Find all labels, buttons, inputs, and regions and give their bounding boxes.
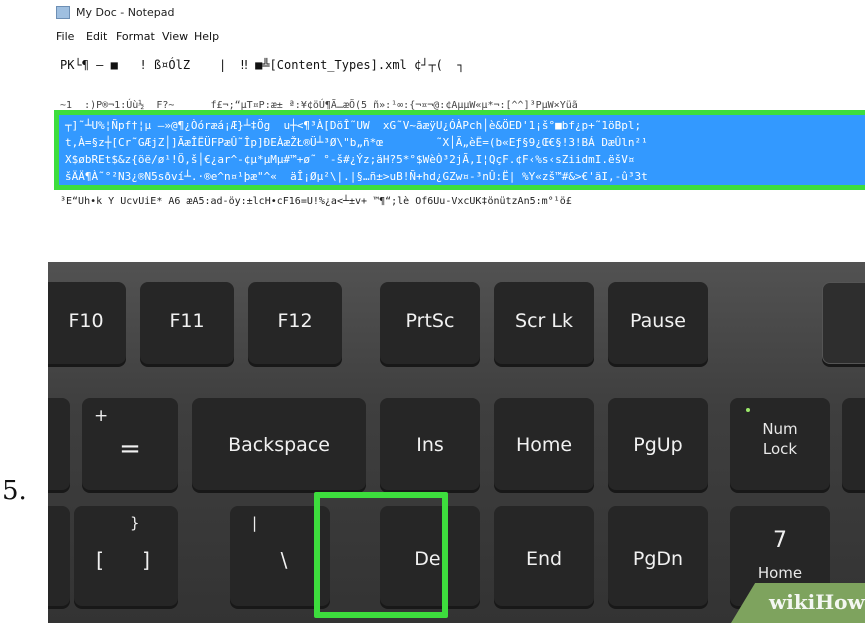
key-pgdn[interactable]: PgDn [608, 506, 708, 606]
key-f10[interactable]: F10 [48, 282, 126, 364]
window-title: My Doc - Notepad [76, 6, 175, 19]
key-home[interactable]: Home [494, 398, 594, 490]
text-editor[interactable]: PK└¶ – ■ ! ß¤ÓlZ | ‼ ■╩[Content_Types].x… [48, 48, 865, 262]
notepad-window: My Doc - Notepad File Edit Format View H… [48, 0, 865, 262]
key-prtsc[interactable]: PrtSc [380, 282, 480, 364]
key-ins[interactable]: Ins [380, 398, 480, 490]
key-bracket[interactable]: [ } ] [74, 506, 178, 606]
key-pgup[interactable]: PgUp [608, 398, 708, 490]
selected-line: šÄÄ¶À˜°²N3¿®N5sðví┴.·®e^n¤¹þæ"^« äÎ¡Øµ²\… [65, 170, 648, 183]
menu-file[interactable]: File [56, 30, 74, 43]
key-backspace[interactable]: Backspace [192, 398, 366, 490]
numlock-indicator-icon [746, 408, 750, 412]
key-f12[interactable]: F12 [248, 282, 342, 364]
menu-help[interactable]: Help [194, 30, 219, 43]
key-f11[interactable]: F11 [140, 282, 234, 364]
step-number: 5. [2, 476, 27, 506]
notepad-icon [56, 6, 70, 19]
key-partial-right[interactable] [842, 398, 865, 490]
menu-format[interactable]: Format [116, 30, 155, 43]
key-numlock[interactable]: Num Lock [730, 398, 830, 490]
key-equals[interactable]: + = [82, 398, 178, 490]
selected-line: X$øbREt$&z{öë/ø¹!Ö,š│€¿ar^-¢µ*µMµ#™+ø˜ °… [65, 153, 635, 166]
key-partial[interactable] [822, 282, 865, 364]
menu-view[interactable]: View [162, 30, 188, 43]
text-line: ³E“Uh•k Y UcvUiE* A6 æA5:ad-öy:±lcH•cF16… [60, 196, 572, 207]
selected-line: t,À=§z┼[Cr˜GÆjZ│]ÃæÎËÜFPæÛ˜Îp]ÐEÀæŽŁ®Ü┴³… [65, 136, 648, 149]
keyboard: F10 F11 F12 PrtSc Scr Lk Pause + = Backs… [48, 262, 865, 623]
menu-bar: File Edit Format View Help [48, 26, 865, 49]
text-line: PK└¶ – ■ ! ß¤ÓlZ | ‼ ■╩[Content_Types].x… [60, 58, 465, 72]
selected-text-highlight[interactable]: ┬]˜┴U%¦Ñpf†¦µ –»@¶¿Òóræá¡Æ}┴‡Ög u┼<¶³À[D… [54, 110, 865, 190]
title-bar: My Doc - Notepad [48, 0, 865, 26]
selected-line: ┬]˜┴U%¦Ñpf†¦µ –»@¶¿Òóræá¡Æ}┴‡Ög u┼<¶³À[D… [65, 119, 642, 132]
del-key-highlight [314, 492, 448, 618]
key-partial-left[interactable] [48, 398, 70, 490]
key-end[interactable]: End [494, 506, 594, 606]
menu-edit[interactable]: Edit [86, 30, 107, 43]
key-scrlk[interactable]: Scr Lk [494, 282, 594, 364]
screenshot-photo: My Doc - Notepad File Edit Format View H… [48, 0, 865, 623]
key-pause[interactable]: Pause [608, 282, 708, 364]
